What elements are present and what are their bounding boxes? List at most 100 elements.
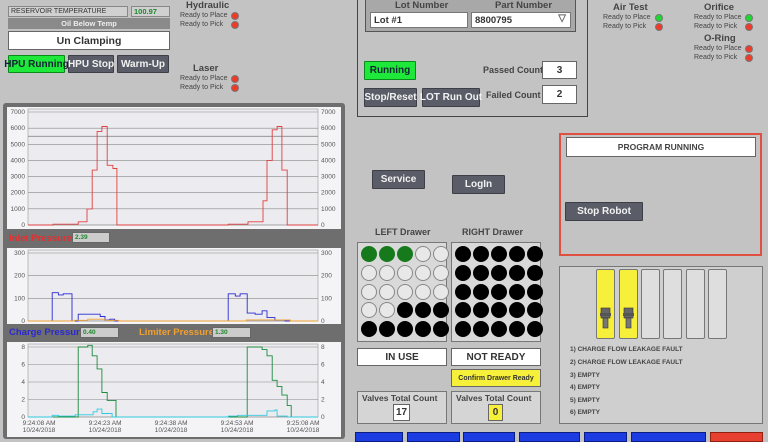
laser-place-indicator xyxy=(231,75,239,83)
y-tick-label: 2 xyxy=(21,397,25,404)
y-tick-label-right: 2000 xyxy=(321,190,336,197)
x-tick-label: 10/24/2018 xyxy=(221,427,254,434)
chevron-down-icon: ▽ xyxy=(558,13,566,24)
y-tick-label: 4 xyxy=(21,379,25,386)
y-tick-label: 3000 xyxy=(11,174,26,181)
confirm-drawer-ready-button[interactable]: Confirm Drawer Ready xyxy=(451,369,541,387)
left-drawer-cell xyxy=(433,321,449,338)
passed-count-value: 3 xyxy=(542,61,577,79)
left-drawer-cell xyxy=(433,264,449,281)
login-button[interactable]: LogIn xyxy=(452,175,505,194)
bottom-nav-button-6[interactable] xyxy=(631,432,706,442)
right-valves-count: 0 xyxy=(488,404,503,421)
valve-icon xyxy=(623,307,634,329)
x-tick-label: 10/24/2018 xyxy=(155,427,188,434)
left-drawer-title: LEFT Drawer xyxy=(375,227,431,237)
stop-reset-button[interactable]: Stop/Reset xyxy=(364,88,417,107)
part-number-value: 8800795 xyxy=(475,15,512,26)
orifice-place-indicator xyxy=(745,14,753,22)
right-drawer-cell xyxy=(491,283,507,300)
program-status: PROGRAM RUNNING xyxy=(566,137,756,157)
failed-count-value: 2 xyxy=(542,85,577,104)
left-drawer-grid xyxy=(357,242,449,342)
left-drawer-cell xyxy=(379,246,395,262)
left-drawer-cell xyxy=(361,302,377,319)
bottom-nav-button-1[interactable] xyxy=(355,432,403,442)
left-drawer-cell xyxy=(361,321,377,338)
charge-pressure-label: Charge Pressure xyxy=(9,327,86,338)
y-tick-label-right: 3000 xyxy=(321,174,336,181)
reservoir-temp-label: RESERVOIR TEMPERATURE xyxy=(8,6,128,17)
right-drawer-cell xyxy=(473,283,489,300)
bottom-nav-button-4[interactable] xyxy=(519,432,580,442)
hydraulic-title: Hydraulic xyxy=(186,0,230,11)
slot-fault-2: 2) CHARGE FLOW LEAKAGE FAULT xyxy=(570,359,683,366)
right-drawer-status: NOT READY xyxy=(451,348,541,366)
inlet-pressure-label: Inlet Pressure xyxy=(9,233,72,244)
right-drawer-cell xyxy=(509,283,525,300)
oring-place-indicator xyxy=(745,45,753,53)
running-button[interactable]: Running xyxy=(364,61,416,80)
service-button[interactable]: Service xyxy=(372,170,425,189)
x-tick-label: 9:24:08 AM xyxy=(23,420,56,427)
y-tick-label: 8 xyxy=(21,344,25,351)
y-tick-label: 4000 xyxy=(11,157,26,164)
left-drawer-cell xyxy=(397,283,413,300)
right-drawer-cell xyxy=(455,246,471,262)
oring-title: O-Ring xyxy=(704,33,736,44)
valve-slot-3 xyxy=(641,269,660,339)
y-tick-label-right: 1000 xyxy=(321,206,336,213)
y-tick-label-right: 6 xyxy=(321,362,325,369)
slot-fault-4: 4) EMPTY xyxy=(570,384,600,391)
x-tick-label: 9:24:23 AM xyxy=(89,420,122,427)
left-drawer-cell xyxy=(397,321,413,338)
oring-pick-indicator xyxy=(745,54,753,62)
orifice-place-label: Ready to Place xyxy=(694,14,742,21)
left-drawer-cell xyxy=(433,246,449,262)
right-drawer-cell xyxy=(527,264,543,281)
y-tick-label-right: 5000 xyxy=(321,141,336,148)
y-tick-label-right: 7000 xyxy=(321,109,336,116)
right-valves-count-label: Valves Total Count xyxy=(456,393,532,403)
valve-slot-2 xyxy=(619,269,638,339)
slot-fault-5: 5) EMPTY xyxy=(570,397,600,404)
y-tick-label-right: 6000 xyxy=(321,125,336,132)
charge-limiter-chart: 0 0 100 100 200 200 300 300 xyxy=(7,248,341,324)
y-tick-label-right: 0 xyxy=(321,222,325,229)
y-tick-label: 0 xyxy=(21,222,25,229)
left-drawer-cell xyxy=(379,321,395,338)
passed-count-label: Passed Count xyxy=(483,65,544,75)
part-number-select[interactable]: 8800795 ▽ xyxy=(471,12,571,28)
hydraulic-place-label: Ready to Place xyxy=(180,12,228,19)
left-drawer-cell xyxy=(415,321,431,338)
bottom-nav-button-5[interactable] xyxy=(584,432,627,442)
stop-robot-button[interactable]: Stop Robot xyxy=(565,202,643,221)
lot-number-input[interactable]: Lot #1 xyxy=(370,12,468,28)
failed-count-label: Failed Count xyxy=(486,90,541,100)
right-drawer-cell xyxy=(491,321,507,338)
right-drawer-cell xyxy=(473,302,489,319)
right-drawer-cell xyxy=(509,321,525,338)
left-drawer-cell xyxy=(433,283,449,300)
right-drawer-cell xyxy=(473,264,489,281)
left-drawer-cell xyxy=(361,283,377,300)
bottom-nav-button-2[interactable] xyxy=(407,432,460,442)
bottom-nav-button-3[interactable] xyxy=(463,432,515,442)
warm-up-button[interactable]: Warm-Up xyxy=(117,55,169,73)
right-drawer-cell xyxy=(527,246,543,262)
right-drawer-grid xyxy=(451,242,543,342)
air-test-place-indicator xyxy=(655,14,663,22)
lot-run-out-button[interactable]: LOT Run Out xyxy=(420,88,482,107)
hpu-running-button[interactable]: HPU Running xyxy=(4,55,69,73)
x-tick-label: 9:25:08 AM xyxy=(287,420,320,427)
y-tick-label: 0 xyxy=(21,318,25,324)
limiter-pressure-value: 1.30 xyxy=(212,327,251,338)
y-tick-label-right: 0 xyxy=(321,414,325,421)
reservoir-temp-value: 100.97 xyxy=(131,6,170,17)
left-drawer-cell xyxy=(415,302,431,319)
air-test-pick-indicator xyxy=(655,23,663,31)
bottom-nav-button-7[interactable] xyxy=(710,432,763,442)
x-tick-label: 10/24/2018 xyxy=(89,427,122,434)
hpu-stop-button[interactable]: HPU Stop xyxy=(68,55,114,73)
y-tick-label: 6000 xyxy=(11,125,26,132)
